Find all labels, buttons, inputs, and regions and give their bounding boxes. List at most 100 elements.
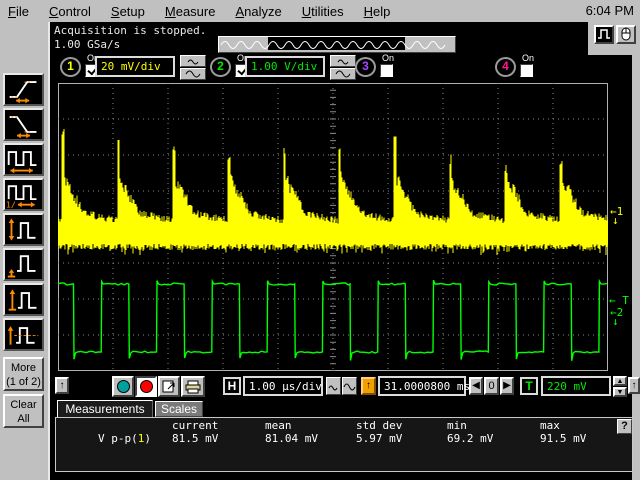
large-wave-icon <box>343 379 356 395</box>
col-header-max: max <box>540 419 560 432</box>
v-average-button[interactable] <box>3 318 44 351</box>
right-margin-strip <box>632 55 640 480</box>
timebase-display[interactable]: 1.00 µs/div <box>243 376 323 396</box>
run-button[interactable] <box>112 376 134 397</box>
menu-bar: File Control Setup Measure Analyze Utili… <box>0 0 640 22</box>
timebase-zoom-out-button[interactable] <box>342 377 357 395</box>
col-header-mean: mean <box>265 419 292 432</box>
trigger-level-marker[interactable]: ← T <box>609 296 629 305</box>
position-right-button[interactable]: ▶ <box>500 377 514 395</box>
menu-measure[interactable]: Measure <box>157 2 228 21</box>
pulse-icon <box>596 27 612 40</box>
trigger-level-up-button[interactable]: ▲ <box>613 376 627 386</box>
v-min-button[interactable] <box>3 248 44 281</box>
v-max-button[interactable] <box>3 283 44 316</box>
mouse-icon <box>618 27 634 41</box>
channel-2-scale-up-button[interactable] <box>330 55 356 67</box>
v-max-icon <box>5 285 42 314</box>
v-peak-to-peak-icon <box>5 215 42 244</box>
corner-toolbar <box>588 22 640 55</box>
trigger-level-display[interactable]: 220 mV <box>541 376 611 396</box>
channel-1-scale-up-button[interactable] <box>180 55 206 67</box>
copy-icon <box>162 380 176 393</box>
v-average-icon <box>5 320 42 349</box>
rise-time-button[interactable] <box>3 73 44 106</box>
help-button[interactable]: ? <box>617 419 632 434</box>
fall-time-icon <box>5 110 42 139</box>
run-icon <box>117 380 130 393</box>
channel-1-ground-marker[interactable]: ←1 ↓ <box>610 207 623 225</box>
scroll-up-left-button[interactable]: ↑ <box>55 377 69 394</box>
mouse-mode-button[interactable] <box>616 25 636 44</box>
small-wave-icon <box>336 57 350 65</box>
col-header-current: current <box>172 419 218 432</box>
stop-button[interactable] <box>135 376 157 397</box>
fall-time-button[interactable] <box>3 108 44 141</box>
frequency-button[interactable]: 1/ <box>3 178 44 211</box>
channel-2-badge[interactable]: 2 <box>210 57 231 77</box>
tab-scales[interactable]: Scales <box>155 401 203 417</box>
scroll-up-right-button[interactable]: ↑ <box>628 377 640 394</box>
channel-2-scale-down-button[interactable] <box>330 68 356 80</box>
channel-1-scale-down-button[interactable] <box>180 68 206 80</box>
channel-4-badge[interactable]: 4 <box>495 57 516 77</box>
frequency-icon: 1/ <box>5 180 42 209</box>
print-button[interactable] <box>181 376 205 397</box>
position-zero-button[interactable]: 0 <box>484 377 499 395</box>
measurement-max: 91.5 mV <box>540 432 586 445</box>
period-icon <box>5 145 42 174</box>
memory-overview-bar[interactable] <box>218 36 456 53</box>
horizontal-settings-button[interactable]: H <box>223 377 241 395</box>
channel-2-scale-spinner <box>330 55 356 80</box>
measurement-min: 69.2 mV <box>447 432 493 445</box>
rise-time-icon <box>5 75 42 104</box>
col-header-min: min <box>447 419 467 432</box>
clock: 6:04 PM <box>586 3 634 18</box>
large-wave-icon <box>335 70 351 78</box>
small-wave-icon <box>328 379 339 395</box>
menu-utilities[interactable]: Utilities <box>294 2 356 21</box>
measurement-stddev: 5.97 mV <box>356 432 402 445</box>
overview-waveform-icon <box>219 37 453 50</box>
svg-text:1/: 1/ <box>6 199 16 209</box>
period-button[interactable] <box>3 143 44 176</box>
channel-1-badge[interactable]: 1 <box>60 57 81 77</box>
trigger-position-button[interactable]: ↑ <box>361 377 376 395</box>
channel-4-on-checkbox[interactable] <box>520 64 533 77</box>
waveform-display <box>58 83 608 371</box>
menu-setup[interactable]: Setup <box>103 2 157 21</box>
acquisition-status: Acquisition is stopped. <box>54 24 206 37</box>
channel-2-ground-marker[interactable]: ←2 ↓ <box>610 308 623 326</box>
channel-2-scale-display[interactable]: 1.00 V/div <box>245 56 325 77</box>
tab-measurements[interactable]: Measurements <box>57 400 153 418</box>
trigger-settings-button[interactable]: T <box>520 377 538 395</box>
channel-1-scale-display[interactable]: 20 mV/div <box>95 56 175 77</box>
col-header-stddev: std dev <box>356 419 402 432</box>
horizontal-position-display[interactable]: 31.0000800 ms <box>378 376 466 396</box>
copy-screen-button[interactable] <box>158 376 180 397</box>
timebase-zoom-in-button[interactable] <box>326 377 341 395</box>
menu-file[interactable]: File <box>0 2 41 21</box>
pulse-mode-button[interactable] <box>594 25 614 44</box>
position-left-button[interactable]: ◀ <box>469 377 483 395</box>
channel-3-on-checkbox[interactable] <box>380 64 393 77</box>
trigger-level-down-button[interactable]: ▼ <box>613 387 627 397</box>
menu-control[interactable]: Control <box>41 2 103 21</box>
measurement-mean: 81.04 mV <box>265 432 318 445</box>
large-wave-icon <box>185 70 201 78</box>
oscilloscope-screen: File Control Setup Measure Analyze Utili… <box>0 0 640 480</box>
clear-all-button[interactable]: ClearAll <box>3 394 44 428</box>
measurement-current: 81.5 mV <box>172 432 218 445</box>
channel-1-scale-spinner <box>180 55 206 80</box>
measurement-row-label: V p-p(1) <box>98 432 151 445</box>
more-button[interactable]: More(1 of 2) <box>3 357 44 391</box>
channel-4-on-label: On <box>518 53 538 63</box>
channel-3-on-label: On <box>378 53 398 63</box>
stop-icon <box>140 380 153 393</box>
v-peak-to-peak-button[interactable] <box>3 213 44 246</box>
v-min-icon <box>5 250 42 279</box>
sample-rate: 1.00 GSa/s <box>54 38 120 51</box>
menu-analyze[interactable]: Analyze <box>227 2 293 21</box>
menu-help[interactable]: Help <box>356 2 403 21</box>
channel-3-badge[interactable]: 3 <box>355 57 376 77</box>
